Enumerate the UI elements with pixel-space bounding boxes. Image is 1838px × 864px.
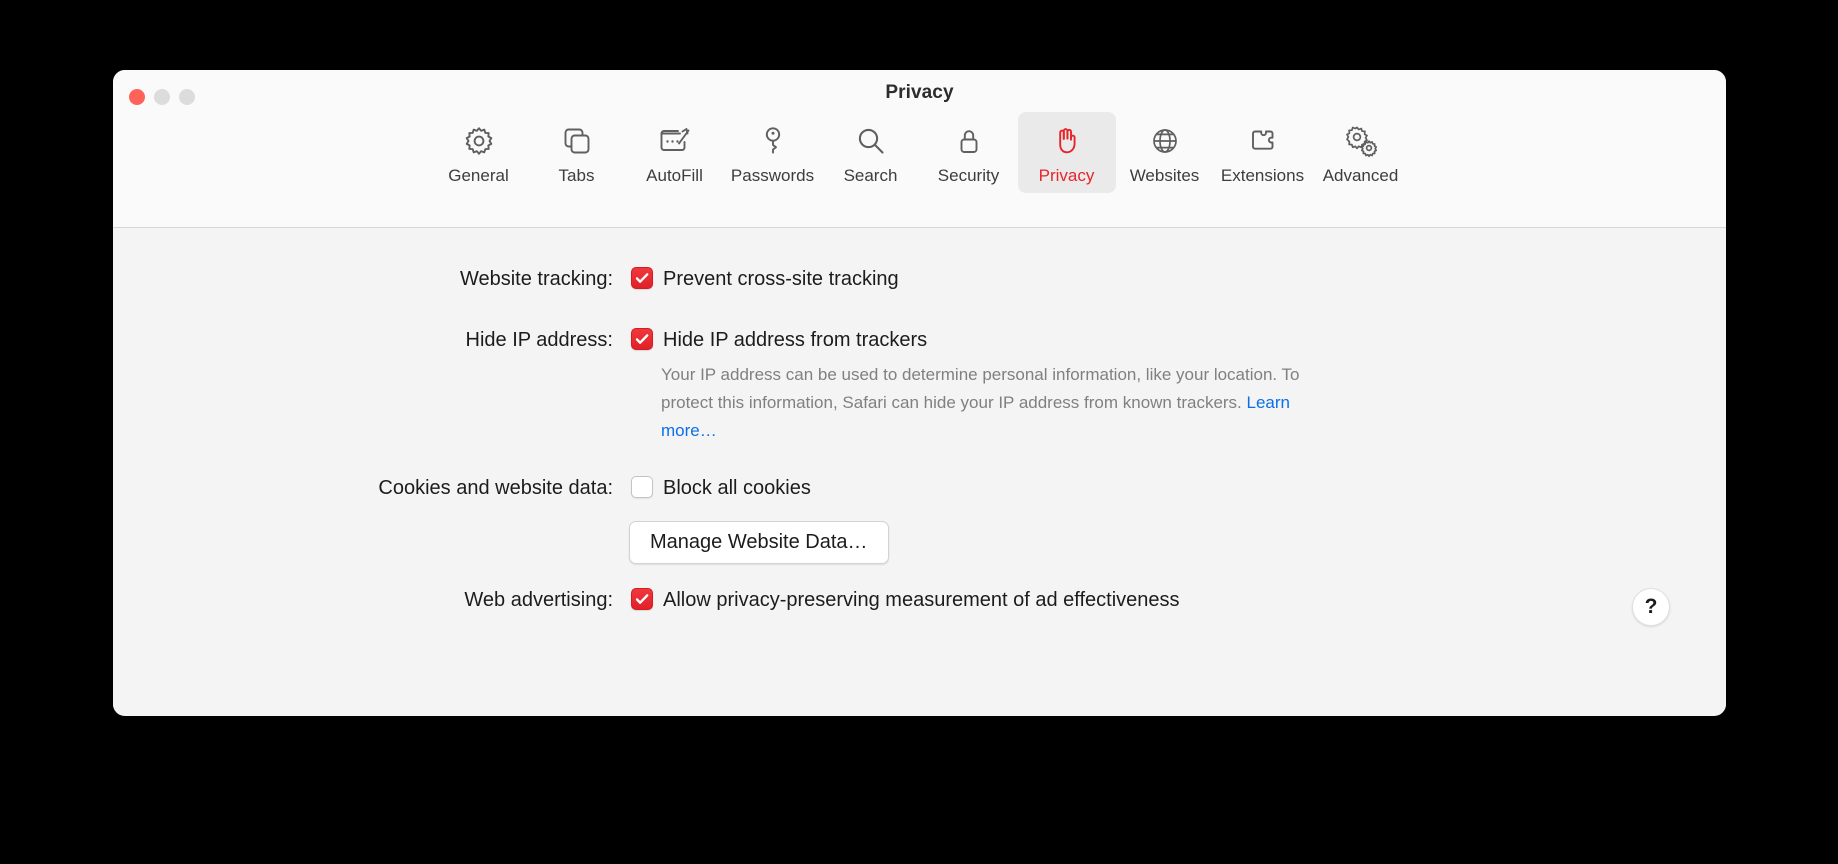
toolbar-item-autofill[interactable]: AutoFill [626, 112, 724, 193]
allow-ad-measurement-label[interactable]: Allow privacy-preserving measurement of … [663, 589, 1180, 612]
block-all-cookies-label[interactable]: Block all cookies [663, 477, 811, 500]
toolbar-item-label: Tabs [558, 166, 595, 185]
hide-ip-address-label: Hide IP address: [465, 329, 614, 351]
magnifier-icon [854, 122, 888, 160]
toolbar-item-passwords[interactable]: Passwords [724, 112, 822, 193]
preferences-toolbar: General Tabs AutoFill Passwords Search S… [113, 112, 1726, 193]
hide-ip-address-description: Your IP address can be used to determine… [661, 361, 1301, 445]
toolbar-item-label: Extensions [1220, 166, 1305, 185]
hide-ip-address-checkbox-label[interactable]: Hide IP address from trackers [663, 329, 927, 352]
autofill-icon [657, 122, 693, 160]
toolbar-item-search[interactable]: Search [822, 112, 920, 193]
block-all-cookies-checkbox[interactable] [631, 476, 653, 498]
toolbar-item-advanced[interactable]: Advanced [1312, 112, 1410, 193]
toolbar-item-label: Privacy [1038, 166, 1095, 185]
cookies-and-website-data-label: Cookies and website data: [378, 477, 613, 499]
toolbar-item-label: Advanced [1322, 166, 1399, 185]
toolbar-item-privacy[interactable]: Privacy [1017, 112, 1116, 193]
key-icon [756, 122, 790, 160]
window-title: Privacy [885, 82, 954, 103]
toolbar-item-websites[interactable]: Websites [1116, 112, 1214, 193]
help-button[interactable]: ? [1632, 588, 1670, 626]
toolbar-item-tabs[interactable]: Tabs [528, 112, 626, 193]
lock-icon [952, 122, 986, 160]
gear-icon [462, 122, 496, 160]
toolbar-item-extensions[interactable]: Extensions [1214, 112, 1312, 193]
website-tracking-label: Website tracking: [459, 268, 613, 290]
toolbar-item-security[interactable]: Security [920, 112, 1018, 193]
web-advertising-label: Web advertising: [464, 589, 613, 611]
tabs-icon [560, 122, 594, 160]
prevent-cross-site-tracking-checkbox[interactable] [631, 267, 653, 289]
privacy-preferences-window: Privacy General Tabs AutoFill Passwords … [113, 70, 1726, 716]
toolbar-item-label: Websites [1129, 166, 1200, 185]
manage-website-data-button[interactable]: Manage Website Data… [629, 521, 889, 564]
hide-ip-description-text: Your IP address can be used to determine… [661, 365, 1300, 412]
window-titlebar: Privacy General Tabs AutoFill Passwords … [113, 70, 1726, 228]
toolbar-item-label: Security [937, 166, 1000, 185]
desktop-background: Privacy General Tabs AutoFill Passwords … [0, 0, 1838, 864]
toolbar-item-label: General [448, 166, 509, 185]
puzzle-piece-icon [1246, 122, 1280, 160]
toolbar-item-label: Passwords [730, 166, 815, 185]
toolbar-item-label: Search [843, 166, 898, 185]
globe-icon [1148, 122, 1182, 160]
toolbar-item-label: AutoFill [646, 166, 703, 185]
allow-ad-measurement-checkbox[interactable] [631, 588, 653, 610]
toolbar-item-general[interactable]: General [430, 112, 528, 193]
privacy-settings-panel: Website tracking: Prevent cross-site tra… [113, 228, 1726, 715]
prevent-cross-site-tracking-label[interactable]: Prevent cross-site tracking [663, 268, 899, 291]
gears-icon [1343, 122, 1379, 160]
hand-icon [1050, 122, 1084, 160]
hide-ip-address-checkbox[interactable] [631, 328, 653, 350]
